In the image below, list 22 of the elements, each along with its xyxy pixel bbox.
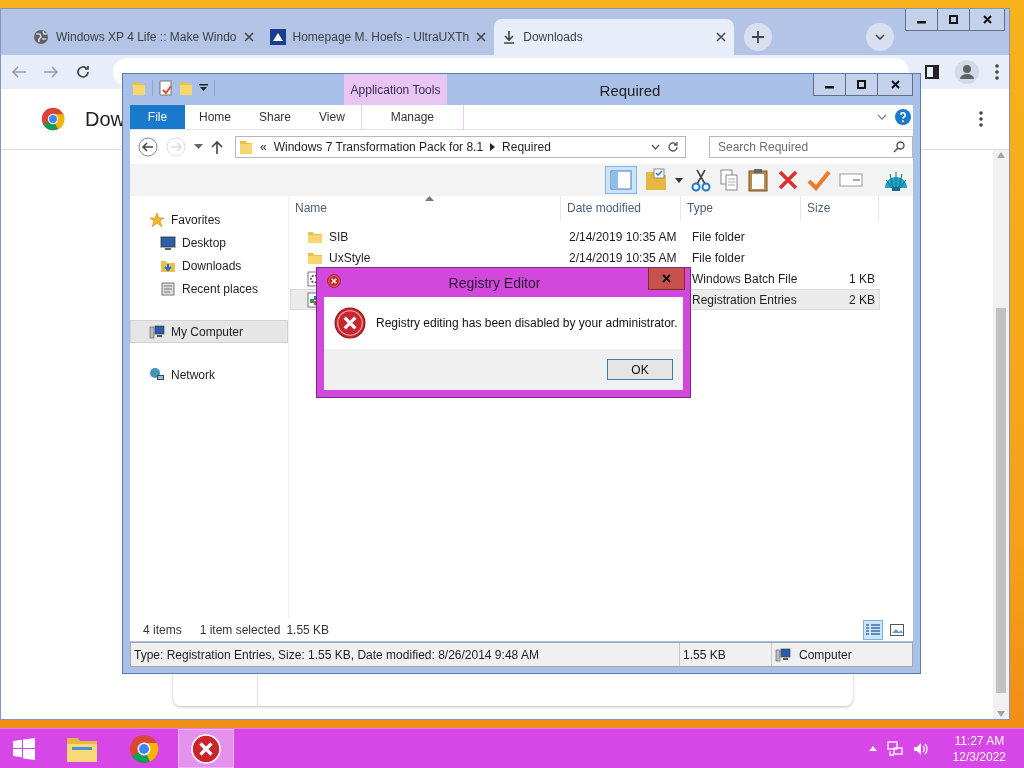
table-cell: File folder	[692, 229, 745, 244]
status-size: 1.55 KB	[680, 643, 772, 666]
table-cell: Windows Batch File	[692, 271, 798, 286]
window-title: Required	[598, 81, 662, 99]
error-message: Registry editing has been disabled by your administrator.	[376, 316, 678, 330]
selection-count: 1 item selected	[199, 623, 281, 637]
dialog-title: Registry Editor	[447, 274, 542, 291]
table-cell: 2/14/2019 10:35 AM	[569, 250, 677, 265]
table-cell: 1 KB	[849, 271, 875, 286]
status-description: Type: Registration Entries, Size: 1.55 KB, Date modified: 8/26/2014 9:48 AM	[131, 643, 680, 666]
file-name: SIB	[329, 229, 349, 244]
status-location: Computer	[798, 647, 852, 662]
table-cell: 2/14/2019 10:35 AM	[569, 229, 677, 244]
item-count: 4 items	[143, 623, 182, 637]
clock-time: 11:27 AM	[954, 732, 1005, 749]
file-name: UxStyle	[329, 250, 371, 265]
table-cell: 2 KB	[849, 292, 875, 307]
contextual-tab-header: Application Tools	[344, 74, 447, 105]
clock-date: 12/3/2022	[952, 748, 1006, 765]
table-cell: File folder	[692, 250, 745, 265]
table-cell: Registration Entries	[692, 292, 797, 307]
selection-size: 1.55 KB	[286, 623, 330, 637]
